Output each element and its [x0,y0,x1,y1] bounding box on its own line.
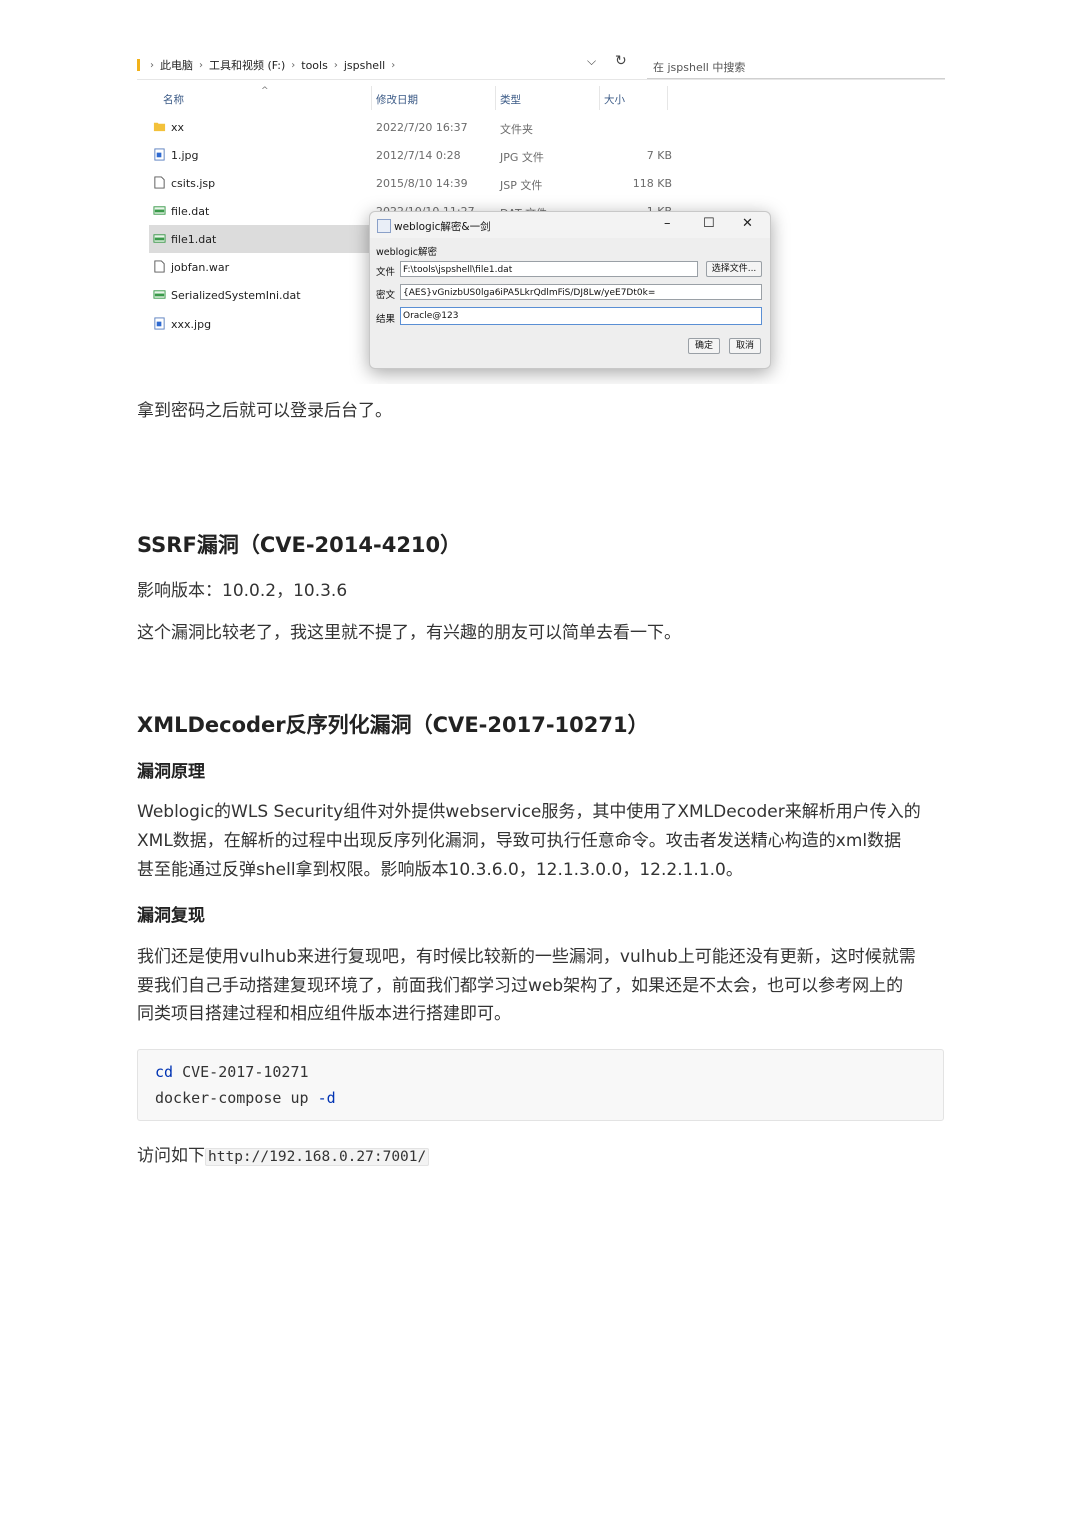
chevron-right-icon: › [291,59,296,71]
file-row[interactable]: xx 2022/7/20 16:37 文件夹 [149,113,929,141]
search-input[interactable]: 在 jspshell 中搜索 [647,50,945,79]
subheading-reproduction: 漏洞复现 [137,906,205,926]
group-label: weblogic解密 [376,247,437,258]
file-name: file.dat [171,205,210,218]
code-line: cd CVE-2017-10271 [155,1063,309,1081]
paragraph-line: 要我们自己手动搭建复现环境了，前面我们都学习过web架构了，如果还是不太会，也可… [137,976,904,996]
file-type: JSP 文件 [500,179,543,192]
dialog-title: weblogic解密&一剑 [394,221,491,233]
file-size: 118 KB [632,177,672,190]
code-block[interactable]: cd CVE-2017-10271 docker-compose up -d [137,1049,944,1121]
chevron-right-icon: › [199,59,203,71]
column-header-size[interactable]: 大小 [604,92,625,107]
visit-text: 访问如下 [137,1146,205,1166]
cipher-label: 密文 [376,290,396,301]
file-icon [154,260,165,273]
maximize-icon[interactable]: ☐ [703,216,715,231]
code-text: CVE-2017-10271 [173,1063,309,1081]
divider [599,86,600,110]
chevron-right-icon: › [333,59,338,71]
paragraph: 这个漏洞比较老了，我这里就不提了，有兴趣的朋友可以简单去看一下。 [137,623,681,643]
column-header-row: 名称 ^ 修改日期 类型 大小 [137,86,677,110]
close-icon[interactable]: ✕ [742,216,753,231]
ok-button[interactable]: 确定 [688,338,720,354]
file-row[interactable]: 1.jpg 2012/7/14 0:28 JPG 文件 7 KB [149,141,929,169]
result-label: 结果 [376,314,396,325]
file-size: 7 KB [646,149,672,162]
file-name: file1.dat [171,233,217,246]
file-name: 1.jpg [171,149,199,162]
paragraph-line: XML数据，在解析的过程中出现反序列化漏洞，导致可执行任意命令。攻击者发送精心构… [137,831,902,851]
file-name: jobfan.war [171,261,230,274]
result-field[interactable]: Oracle@123 [400,307,762,325]
inline-url[interactable]: http://192.168.0.27:7001/ [205,1148,430,1166]
file-name: csits.jsp [171,177,216,190]
explorer-screenshot: › 此电脑 › 工具和视频 (F:) › tools › jspshell › … [137,48,945,384]
breadcrumb-item[interactable]: tools [301,59,328,72]
chevron-right-icon: › [150,59,154,71]
section-heading-xmldecoder: XMLDecoder反序列化漏洞（CVE-2017-10271） [137,713,649,737]
paragraph: 影响版本：10.0.2，10.3.6 [137,581,348,601]
file-row[interactable]: csits.jsp 2015/8/10 14:39 JSP 文件 118 KB [149,169,929,197]
file-date: 2012/7/14 0:28 [376,149,461,162]
refresh-icon[interactable]: ↻ [615,53,627,69]
dat-file-icon [153,206,166,215]
sort-caret-icon: ^ [261,86,269,96]
paragraph-line: Weblogic的WLS Security组件对外提供webservice服务，… [137,802,921,822]
file-row-selected[interactable]: file1.dat [149,225,371,253]
paragraph-line: 甚至能通过反弹shell拿到权限。影响版本10.3.6.0，12.1.3.0.0… [137,860,743,880]
folder-icon [153,122,166,132]
image-file-icon [154,148,165,161]
cancel-button[interactable]: 取消 [729,338,761,354]
address-bar: › 此电脑 › 工具和视频 (F:) › tools › jspshell › … [137,48,945,80]
breadcrumb-item[interactable]: 此电脑 [160,57,193,73]
file-name: xxx.jpg [171,318,212,331]
section-heading-ssrf: SSRF漏洞（CVE-2014-4210） [137,533,462,557]
file-date: 2015/8/10 14:39 [376,177,468,190]
chevron-down-icon[interactable]: ⌵ [587,54,596,69]
subheading-principle: 漏洞原理 [137,762,205,782]
paragraph-line: 我们还是使用vulhub来进行复现吧，有时候比较新的一些漏洞，vulhub上可能… [137,947,916,967]
file-label: 文件 [376,267,396,278]
file-path-field[interactable]: F:\tools\jspshell\file1.dat [400,261,698,277]
code-line: docker-compose up -d [155,1089,336,1107]
dialog-title-bar[interactable]: weblogic解密&一剑 – ☐ ✕ [370,212,770,238]
code-text: docker-compose up [155,1089,318,1107]
column-header-type[interactable]: 类型 [500,92,521,107]
breadcrumb-item[interactable]: jspshell [344,59,385,72]
file-date: 2022/7/20 16:37 [376,121,468,134]
dat-file-icon [153,234,166,243]
divider [371,86,372,110]
minimize-icon[interactable]: – [664,216,671,231]
code-keyword: -d [317,1089,336,1107]
chevron-right-icon: › [391,59,396,71]
cipher-field[interactable]: {AES}vGnizbUS0lga6iPA5LkrQdlmFiS/DJ8Lw/y… [400,284,762,300]
file-name: SerializedSystemIni.dat [171,289,301,302]
paragraph: 拿到密码之后就可以登录后台了。 [137,401,392,421]
file-type: 文件夹 [500,123,533,136]
column-header-name[interactable]: 名称 [163,92,184,107]
code-keyword: cd [155,1063,174,1081]
decrypt-dialog: weblogic解密&一剑 – ☐ ✕ weblogic解密 文件 F:\too… [369,211,771,369]
choose-file-button[interactable]: 选择文件... [706,261,762,277]
image-file-icon [154,317,165,330]
divider [495,86,496,110]
file-type: JPG 文件 [500,151,544,164]
file-name: xx [171,121,185,134]
folder-mark-icon [137,59,140,71]
divider [137,79,945,80]
breadcrumb-item[interactable]: 工具和视频 (F:) [209,57,285,73]
paragraph-line: 同类项目搭建过程和相应组件版本进行搭建即可。 [137,1004,511,1024]
dat-file-icon [153,290,166,299]
column-header-date[interactable]: 修改日期 [376,92,418,107]
divider [667,86,668,110]
search-placeholder: 在 jspshell 中搜索 [653,61,746,74]
breadcrumb: › 此电脑 › 工具和视频 (F:) › tools › jspshell › [137,57,401,73]
java-app-icon [377,219,391,233]
file-icon [154,176,165,189]
paragraph: 访问如下 http://192.168.0.27:7001/ [137,1142,430,1172]
